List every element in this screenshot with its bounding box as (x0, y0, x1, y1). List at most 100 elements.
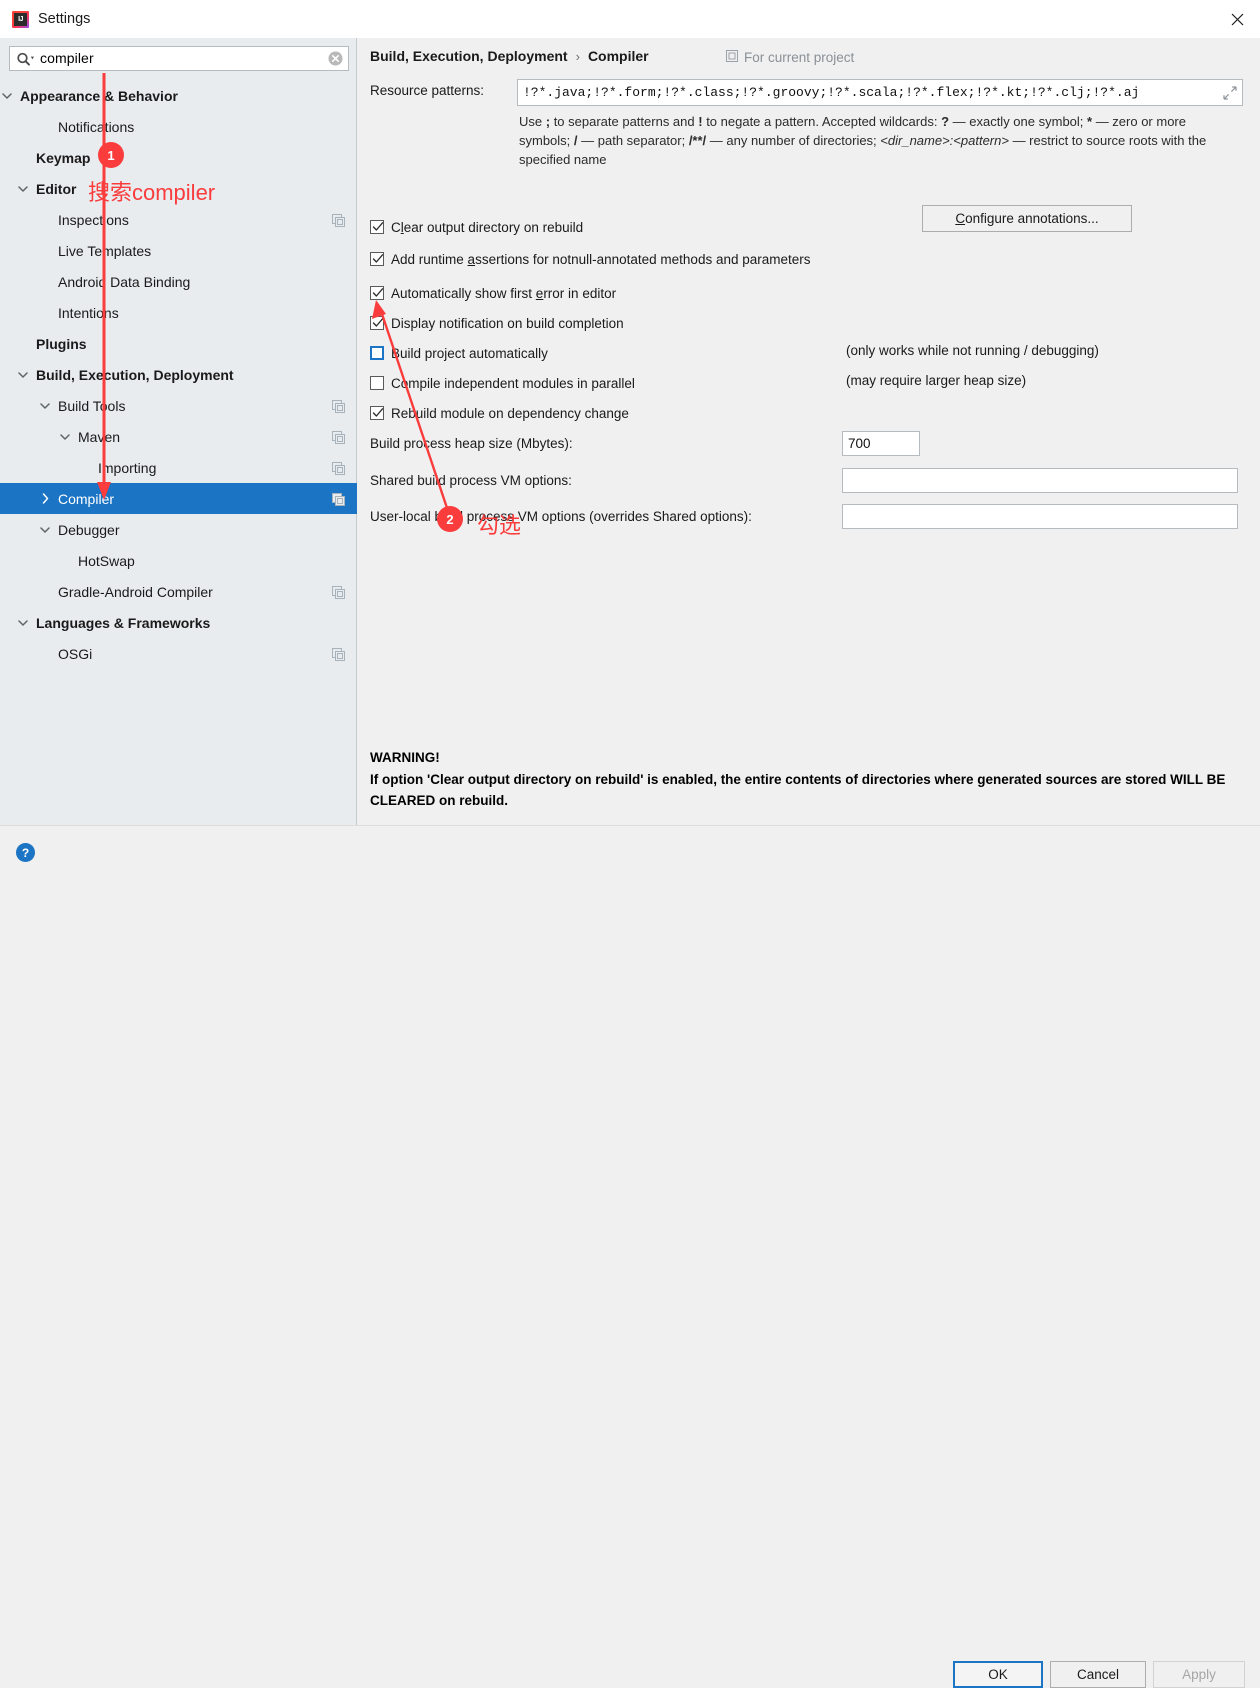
help-seg: Use (519, 114, 546, 129)
sidebar-item-debugger[interactable]: Debugger (0, 514, 357, 545)
sidebar-item-build-tools[interactable]: Build Tools (0, 390, 357, 421)
search-field[interactable]: compiler (9, 46, 349, 71)
checkbox-display-notification-on-build[interactable]: Display notification on build completion (370, 313, 624, 333)
scope-label: For current project (744, 50, 855, 65)
clear-icon[interactable] (322, 47, 348, 70)
resource-patterns-label: Resource patterns: (370, 83, 485, 98)
search-icon[interactable] (10, 47, 40, 70)
module-copy-icon (332, 213, 345, 227)
field-input-user-local-build-process[interactable] (842, 504, 1238, 529)
sidebar-item-hotswap[interactable]: HotSwap (0, 545, 357, 576)
checkbox-label-post: ear output directory on rebuild (403, 219, 584, 235)
chevron-down-icon[interactable] (16, 616, 30, 630)
checkbox-label: Compile independent modules in parallel (391, 376, 635, 391)
help-seg: — path separator; (577, 133, 689, 148)
checkbox-label-pre: Display notification on build completion (391, 315, 624, 331)
sidebar-item-appearance-behavior[interactable]: Appearance & Behavior (0, 80, 357, 111)
help-seg: to negate a pattern. Accepted wildcards: (702, 114, 942, 129)
configure-annotations-label: Configure annotations... (955, 211, 1099, 226)
checkbox-checked-icon[interactable] (370, 406, 384, 420)
checkbox-checked-icon[interactable] (370, 220, 384, 234)
checkbox-build-project-automatically[interactable]: Build project automatically (370, 343, 548, 363)
expand-icon[interactable] (1218, 80, 1242, 105)
checkbox-label-post: ssertions for notnull-annotated methods … (475, 251, 811, 267)
sidebar-item-label: Build, Execution, Deployment (36, 366, 234, 383)
checkbox-note: (only works while not running / debuggin… (846, 343, 1099, 358)
checkbox-checked-icon[interactable] (370, 286, 384, 300)
sidebar-item-label: Intentions (58, 304, 119, 321)
checkbox-automatically-show-first-error[interactable]: Automatically show first error in editor (370, 283, 616, 303)
settings-sidebar: compiler Appearance & Behavior Notificati… (0, 38, 357, 825)
window-title: Settings (38, 11, 91, 27)
checkbox-checked-icon[interactable] (370, 316, 384, 330)
configure-annotations-button[interactable]: Configure annotations... (922, 205, 1132, 232)
sidebar-item-label: Appearance & Behavior (20, 87, 178, 104)
checkbox-label: Rebuild module on dependency change (391, 406, 629, 421)
sidebar-item-notifications[interactable]: Notifications (0, 111, 357, 142)
checkbox-label-pre: Compile independent modules in parallel (391, 375, 635, 391)
dialog-footer: ? OK Cancel Apply (0, 825, 1260, 1688)
checkbox-unchecked-icon[interactable] (370, 376, 384, 390)
sidebar-item-languages-frameworks[interactable]: Languages & Frameworks (0, 607, 357, 638)
help-seg: to separate patterns and (550, 114, 699, 129)
field-label-user-local-build-process: User-local build process VM options (ove… (370, 509, 752, 524)
module-copy-icon (332, 399, 345, 413)
field-input-shared-build-process-vm[interactable] (842, 468, 1238, 493)
help-seg: — exactly one symbol; (949, 114, 1088, 129)
checkbox-add-runtime-assertions-for[interactable]: Add runtime assertions for notnull-annot… (370, 249, 811, 269)
sidebar-item-plugins[interactable]: Plugins (0, 328, 357, 359)
scope-indicator: For current project (726, 50, 854, 65)
compiler-settings-panel: Build, Execution, Deployment › Compiler … (358, 38, 1260, 825)
sidebar-item-label: Languages & Frameworks (36, 614, 211, 631)
module-copy-icon (332, 585, 345, 599)
chevron-down-icon[interactable] (16, 368, 30, 382)
checkbox-compile-independent-modules-in[interactable]: Compile independent modules in parallel (370, 373, 635, 393)
chevron-down-icon[interactable] (38, 523, 52, 537)
module-copy-icon (332, 430, 345, 444)
chevron-right-icon: › (575, 48, 580, 64)
checkbox-label: Add runtime assertions for notnull-annot… (391, 252, 811, 267)
breadcrumb-root[interactable]: Build, Execution, Deployment (370, 48, 568, 64)
warning-text: WARNING! If option 'Clear output directo… (370, 747, 1240, 812)
resource-patterns-input[interactable]: !?*.java;!?*.form;!?*.class;!?*.groovy;!… (518, 85, 1218, 100)
sidebar-item-label: Compiler (58, 490, 115, 507)
sidebar-item-android-data-binding[interactable]: Android Data Binding (0, 266, 357, 297)
checkbox-label: Build project automatically (391, 346, 548, 361)
cancel-button[interactable]: Cancel (1050, 1661, 1146, 1688)
sidebar-item-keymap[interactable]: Keymap (0, 142, 357, 173)
help-button[interactable]: ? (16, 843, 35, 862)
checkbox-checked-icon[interactable] (370, 252, 384, 266)
settings-tree[interactable]: Appearance & Behavior Notifications Keymap… (0, 80, 357, 669)
close-icon[interactable] (1214, 0, 1260, 38)
breadcrumb-leaf: Compiler (587, 48, 649, 64)
sidebar-item-label: Maven (78, 428, 121, 445)
chevron-right-icon[interactable] (38, 492, 52, 506)
checkbox-unchecked-icon[interactable] (370, 346, 384, 360)
sidebar-item-gradle-android-compiler[interactable]: Gradle-Android Compiler (0, 576, 357, 607)
sidebar-item-editor[interactable]: Editor (0, 173, 357, 204)
sidebar-item-label: Debugger (58, 521, 120, 538)
sidebar-item-inspections[interactable]: Inspections (0, 204, 357, 235)
sidebar-item-osgi[interactable]: OSGi (0, 638, 357, 669)
chevron-down-icon[interactable] (58, 430, 72, 444)
sidebar-item-intentions[interactable]: Intentions (0, 297, 357, 328)
checkbox-rebuild-module-on-dependency[interactable]: Rebuild module on dependency change (370, 403, 629, 423)
checkbox-label: Clear output directory on rebuild (391, 220, 583, 235)
warning-title: WARNING! (370, 750, 440, 765)
sidebar-item-build-execution-deployment[interactable]: Build, Execution, Deployment (0, 359, 357, 390)
sidebar-item-maven[interactable]: Maven (0, 421, 357, 452)
settings-dialog-body: compiler Appearance & Behavior Notificati… (0, 38, 1260, 825)
chevron-down-icon[interactable] (38, 399, 52, 413)
sidebar-item-compiler[interactable]: Compiler (0, 483, 357, 514)
checkbox-clear-output-directory-on[interactable]: Clear output directory on rebuild (370, 217, 583, 237)
sidebar-item-importing[interactable]: Importing (0, 452, 357, 483)
checkbox-label-post: rror in editor (543, 285, 617, 301)
search-input[interactable]: compiler (40, 50, 322, 67)
resource-patterns-field[interactable]: !?*.java;!?*.form;!?*.class;!?*.groovy;!… (517, 79, 1243, 106)
chevron-down-icon[interactable] (16, 182, 30, 196)
sidebar-item-live-templates[interactable]: Live Templates (0, 235, 357, 266)
chevron-down-icon[interactable] (0, 89, 14, 103)
field-input-build-process-heap-size[interactable]: 700 (842, 431, 920, 456)
checkbox-label-pre: Rebuild module on dependency change (391, 405, 629, 421)
ok-button[interactable]: OK (953, 1661, 1043, 1688)
